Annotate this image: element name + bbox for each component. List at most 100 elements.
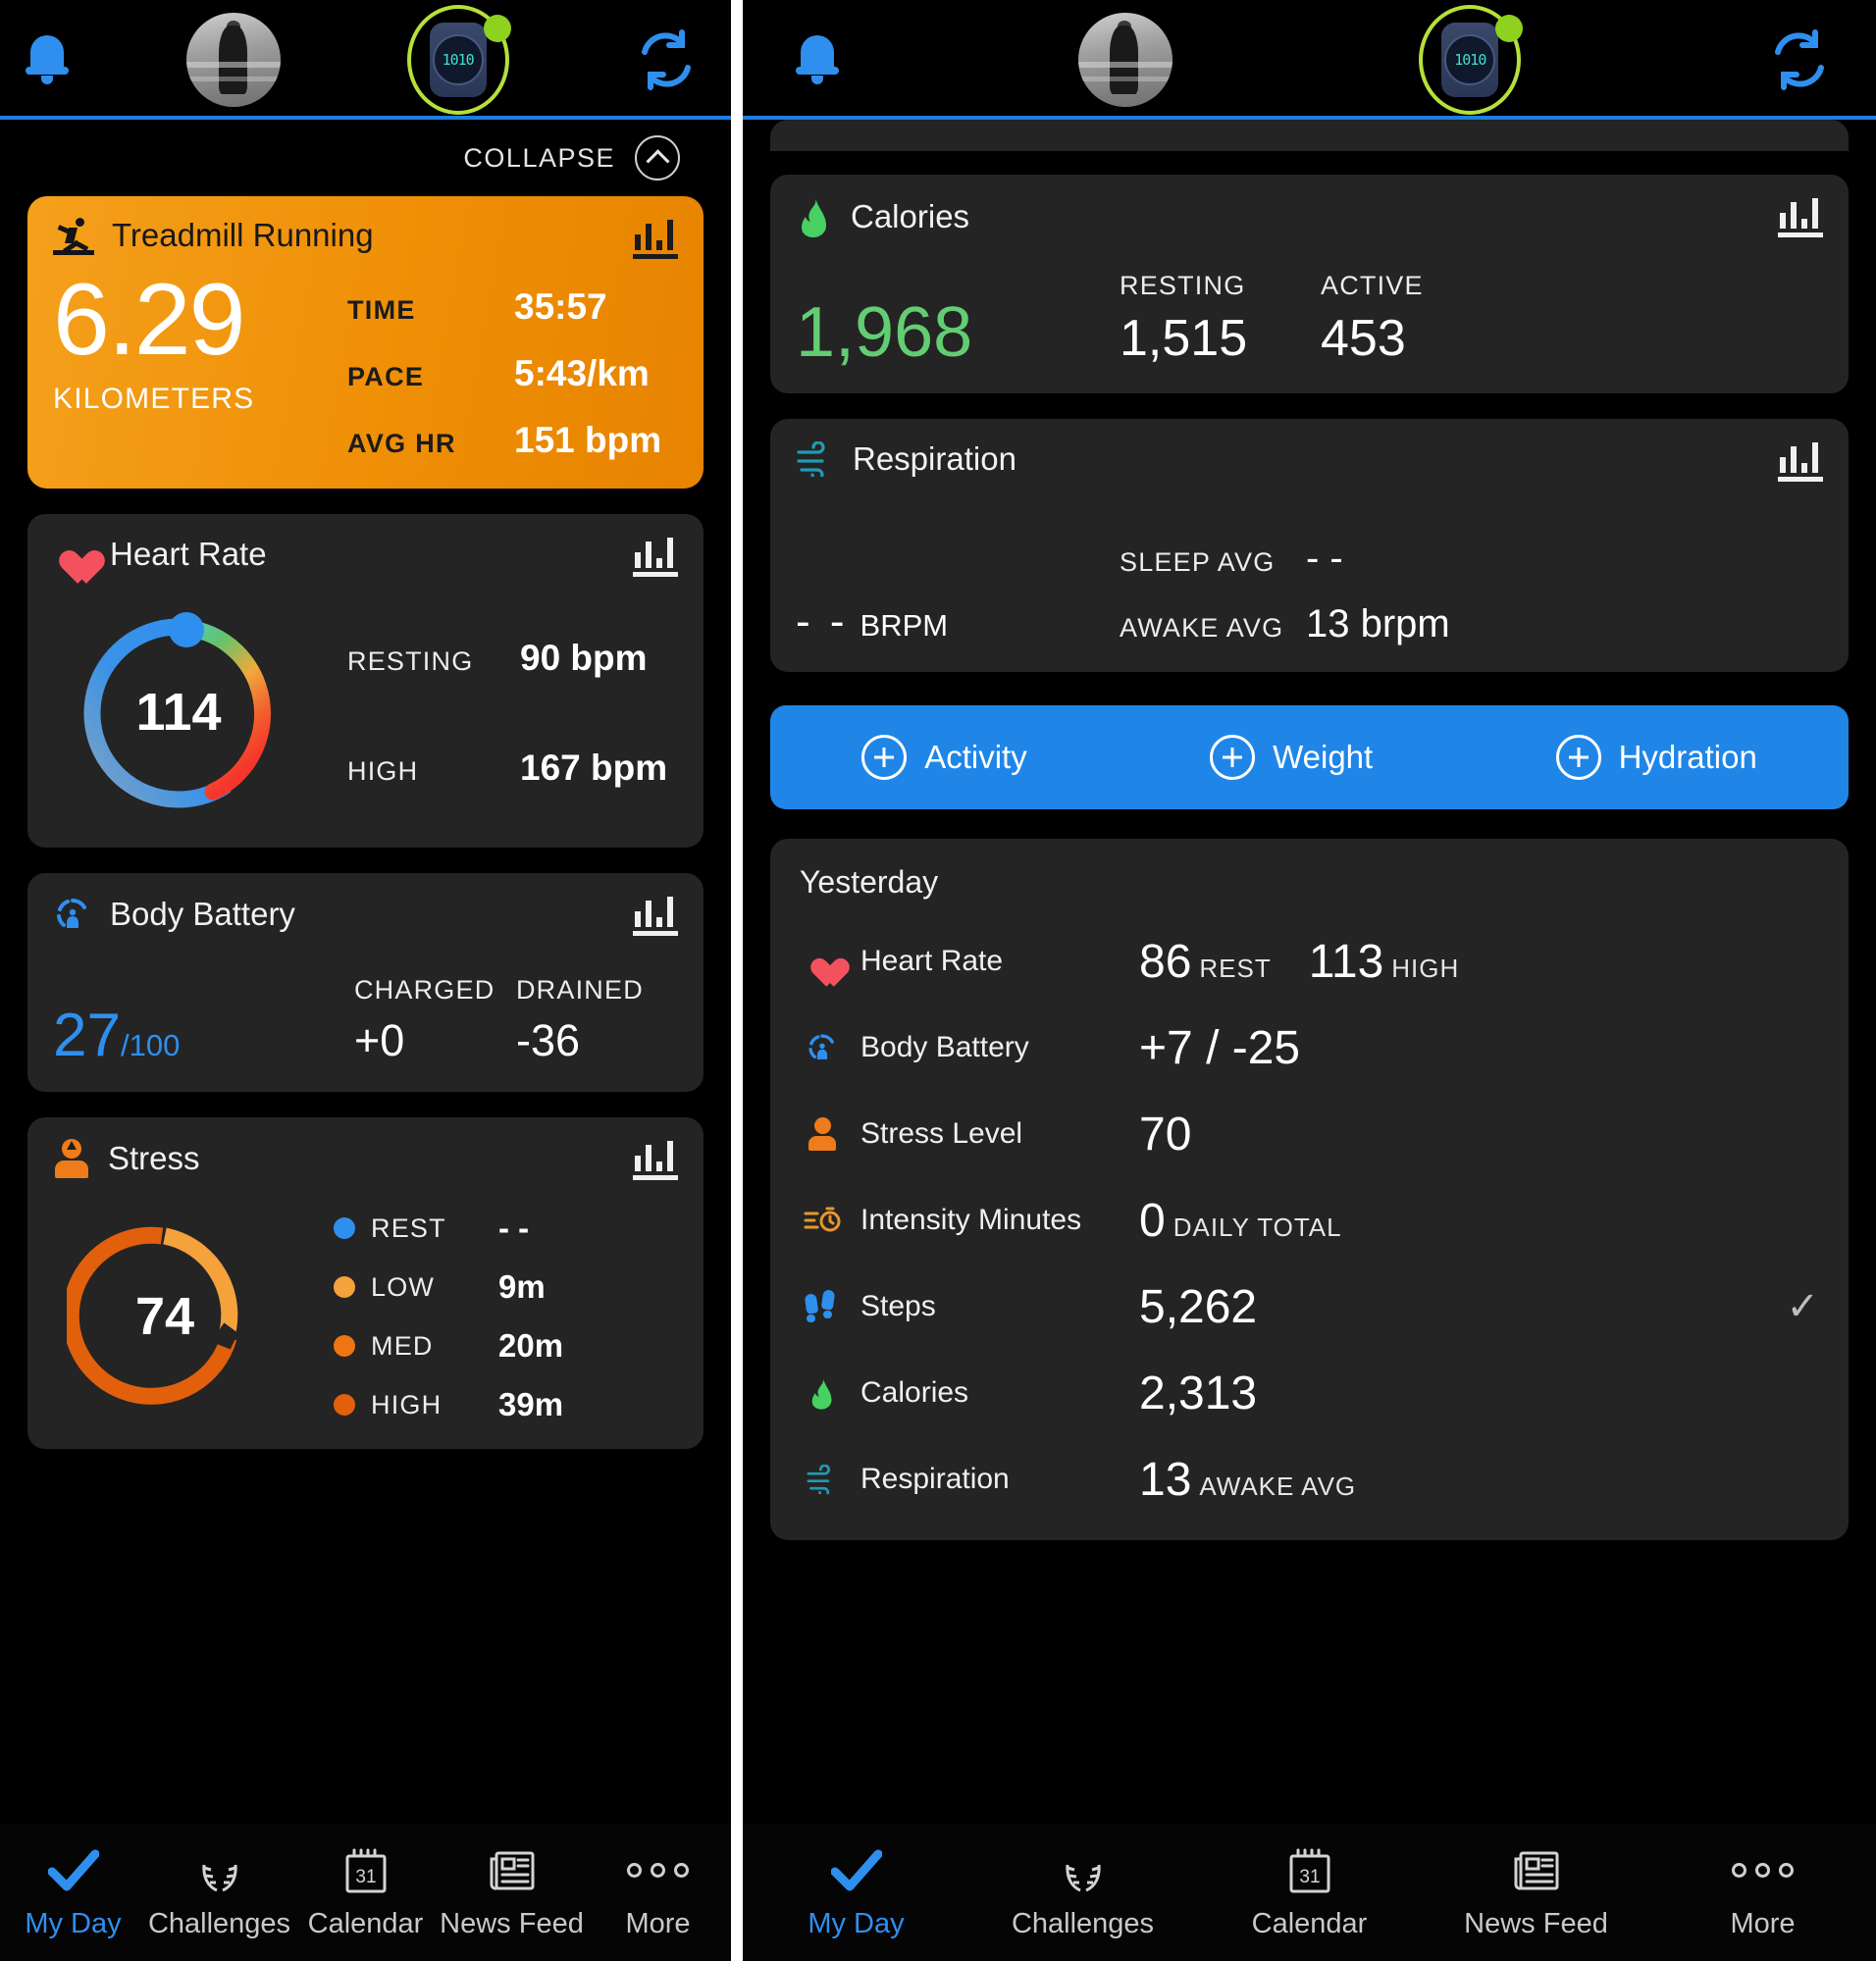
yesterday-row-suffix: REST	[1199, 953, 1272, 983]
card-yesterday[interactable]: Yesterday Heart Rate 86 REST 113 HIGH Bo…	[770, 839, 1849, 1540]
more-dots-icon	[1732, 1845, 1794, 1896]
sync-icon[interactable]	[635, 28, 698, 91]
legend-dot-med	[334, 1335, 355, 1357]
flame-icon	[800, 1376, 845, 1410]
card-respiration[interactable]: Respiration - - BRPM SLEEP AVG - - AWAKE…	[770, 419, 1849, 672]
add-weight-button[interactable]: Weight	[1210, 735, 1373, 780]
add-weight-label: Weight	[1273, 739, 1374, 775]
heart-icon	[800, 947, 845, 976]
yesterday-row-suffix2: HIGH	[1391, 953, 1460, 983]
stress-icon	[800, 1117, 845, 1151]
yesterday-row-stress-level[interactable]: Stress Level 70	[800, 1091, 1819, 1177]
device-status-dot	[483, 15, 511, 42]
svg-text:31: 31	[355, 1867, 376, 1887]
yesterday-row-label: Respiration	[860, 1463, 1010, 1495]
device-label: 1010	[442, 51, 475, 69]
calories-value: 1,968	[796, 293, 973, 372]
calories-stat-label: RESTING	[1120, 271, 1246, 300]
nav-item-news-feed[interactable]: News Feed	[1423, 1845, 1649, 1940]
nav-item-news-feed[interactable]: News Feed	[439, 1845, 585, 1940]
yesterday-row-body-battery[interactable]: Body Battery +7 / -25	[800, 1005, 1819, 1091]
bar-chart-icon[interactable]	[633, 897, 678, 936]
body-battery-stat: CHARGED +0	[354, 975, 516, 1066]
yesterday-row-respiration[interactable]: Respiration 13 AWAKE AVG	[800, 1436, 1819, 1522]
nav-label: My Day	[808, 1907, 905, 1939]
stress-value: 74	[134, 1287, 195, 1346]
collapse-label: COLLAPSE	[463, 142, 615, 173]
nav-label: Calendar	[307, 1907, 424, 1939]
nav-item-calendar[interactable]: 31 Calendar	[292, 1845, 439, 1940]
respiration-stat-value: 13 brpm	[1306, 602, 1450, 645]
card-heart-rate[interactable]: Heart Rate 114 RESTING 90 bpm HIGH 167 b…	[27, 514, 704, 848]
yesterday-row-label: Body Battery	[860, 1031, 1029, 1063]
stress-legend-value: 20m	[498, 1327, 564, 1364]
bar-chart-icon[interactable]	[633, 538, 678, 577]
yesterday-row-heart-rate[interactable]: Heart Rate 86 REST 113 HIGH	[800, 918, 1819, 1005]
heart-rate-gauge: 114	[67, 604, 290, 822]
bar-chart-icon[interactable]	[1778, 442, 1823, 482]
stress-legend-label: LOW	[371, 1271, 436, 1302]
respiration-stat-label: AWAKE AVG	[1120, 613, 1284, 643]
steps-icon	[800, 1289, 845, 1323]
heart-rate-stat-value: 90 bpm	[520, 638, 648, 678]
activity-stat-row: AVG HR 151 bpm	[347, 420, 678, 461]
nav-item-more[interactable]: More	[1649, 1845, 1876, 1940]
yesterday-row-calories[interactable]: Calories 2,313	[800, 1350, 1819, 1436]
heart-rate-stat-label: HIGH	[347, 756, 419, 786]
stress-title: Stress	[108, 1140, 200, 1176]
stress-legend-item: MED 20m	[334, 1327, 678, 1365]
card-calories[interactable]: Calories 1,968 RESTING 1,515 ACTIVE 453	[770, 175, 1849, 393]
respiration-stat-row: SLEEP AVG - -	[1120, 537, 1823, 581]
bell-icon[interactable]	[796, 33, 839, 86]
card-body-battery[interactable]: Body Battery 27 /100 CHARGED +0 DRAINED …	[27, 873, 704, 1092]
card-treadmill-running[interactable]: Treadmill Running 6.29 KILOMETERS TIME 3…	[27, 196, 704, 489]
bar-chart-icon[interactable]	[633, 220, 678, 259]
watch-device-icon[interactable]: 1010	[399, 5, 517, 115]
yesterday-row-label: Stress Level	[860, 1117, 1023, 1150]
avatar[interactable]	[186, 13, 282, 107]
nav-label: Challenges	[147, 1907, 291, 1939]
sync-icon[interactable]	[1768, 28, 1831, 91]
calories-stat: RESTING 1,515	[1120, 271, 1321, 368]
add-hydration-button[interactable]: Hydration	[1555, 735, 1757, 780]
activity-stat-value: 151 bpm	[514, 420, 662, 460]
bell-icon[interactable]	[26, 33, 69, 86]
laurel-icon	[1059, 1845, 1108, 1896]
nav-item-my-day[interactable]: My Day	[743, 1845, 969, 1940]
bar-chart-icon[interactable]	[1778, 198, 1823, 237]
yesterday-row-steps[interactable]: Steps 5,262 ✓	[800, 1264, 1819, 1350]
yesterday-row-intensity-minutes[interactable]: Intensity Minutes 0 DAILY TOTAL	[800, 1177, 1819, 1264]
left-screen: 1010 COLLAPSE Treadmill Running 6.29 KIL…	[0, 0, 731, 1961]
nav-item-my-day[interactable]: My Day	[0, 1845, 146, 1940]
activity-distance-unit: KILOMETERS	[53, 383, 255, 415]
plus-circle-icon	[861, 735, 908, 780]
left-scroll-body[interactable]: COLLAPSE Treadmill Running 6.29 KILOMETE…	[0, 120, 731, 1824]
stress-legend-item: LOW 9m	[334, 1268, 678, 1306]
nav-label: News Feed	[440, 1907, 584, 1939]
nav-item-more[interactable]: More	[585, 1845, 731, 1940]
card-peek-above	[770, 120, 1849, 151]
treadmill-running-icon	[53, 216, 94, 255]
bottom-nav: My Day Challenges 31 Calendar News Feed …	[0, 1824, 731, 1961]
chevron-up-icon[interactable]	[635, 135, 680, 181]
more-dots-icon	[627, 1845, 689, 1896]
collapse-row[interactable]: COLLAPSE	[27, 120, 704, 196]
nav-item-challenges[interactable]: Challenges	[146, 1845, 292, 1940]
quick-add-bar: Activity Weight Hydration	[770, 705, 1849, 809]
nav-label: My Day	[25, 1907, 122, 1939]
watch-device-icon[interactable]: 1010	[1411, 5, 1529, 115]
avatar[interactable]	[1077, 13, 1172, 107]
nav-label: More	[625, 1907, 691, 1939]
device-status-dot	[1495, 15, 1524, 42]
card-stress[interactable]: Stress 74 REST - - LOW 9m MED 20m HIGH 3…	[27, 1117, 704, 1449]
right-scroll-body[interactable]: Calories 1,968 RESTING 1,515 ACTIVE 453	[743, 120, 1876, 1824]
nav-item-challenges[interactable]: Challenges	[969, 1845, 1196, 1940]
bar-chart-icon[interactable]	[633, 1141, 678, 1180]
add-activity-button[interactable]: Activity	[861, 735, 1027, 780]
calories-stat: ACTIVE 453	[1321, 271, 1522, 368]
body-battery-stat-value: +0	[353, 1015, 405, 1065]
stress-icon	[53, 1139, 90, 1178]
legend-dot-high	[334, 1394, 355, 1416]
svg-text:31: 31	[1299, 1867, 1320, 1887]
nav-item-calendar[interactable]: 31 Calendar	[1196, 1845, 1423, 1940]
